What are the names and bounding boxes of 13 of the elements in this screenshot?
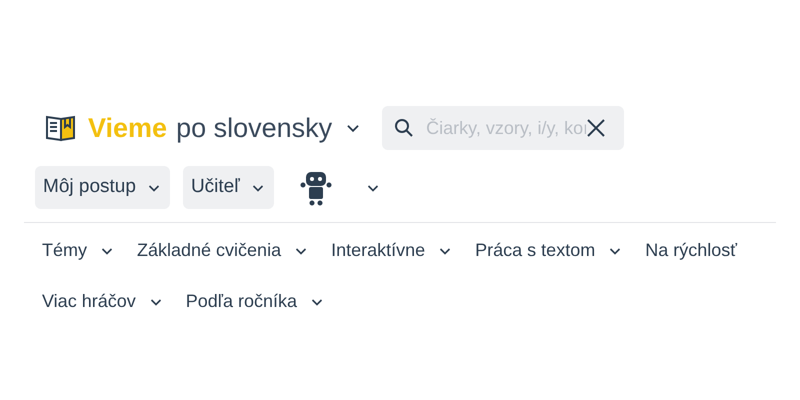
nav-link[interactable]: Interaktívne [331,237,426,264]
nav-link[interactable]: Viac hráčov [42,288,136,315]
nav-link[interactable]: Témy [42,237,87,264]
nav-link[interactable]: Podľa ročníka [186,288,298,315]
site-subtitle[interactable]: po slovensky [176,108,332,148]
nav-link[interactable]: Základné cvičenia [137,237,282,264]
nav-link[interactable]: Práca s textom [475,237,596,264]
close-icon[interactable] [586,118,606,138]
search-icon [394,118,414,138]
menu-button[interactable]: Môj postup [35,166,170,209]
nav-link[interactable]: Na rýchlosť [645,237,737,264]
robot-icon[interactable] [300,170,332,206]
menu-button[interactable]: Učiteľ [182,166,274,209]
